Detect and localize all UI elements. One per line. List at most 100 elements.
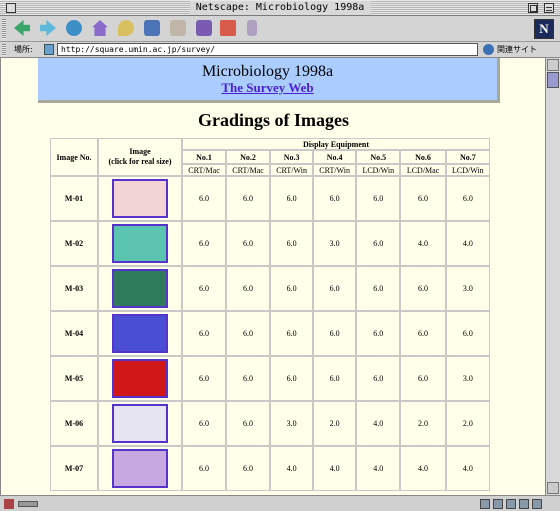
grade-cell: 3.0 bbox=[445, 356, 490, 401]
reload-icon[interactable] bbox=[66, 20, 82, 36]
grade-cell: 6.0 bbox=[226, 266, 271, 311]
security-icon[interactable] bbox=[220, 20, 236, 36]
grade-cell: 6.0 bbox=[400, 266, 446, 311]
grade-cell: 6.0 bbox=[400, 356, 446, 401]
toolbar-grip[interactable] bbox=[2, 19, 6, 39]
image-id: M-01 bbox=[50, 176, 98, 221]
close-box[interactable] bbox=[6, 3, 16, 13]
image-id: M-04 bbox=[50, 311, 98, 356]
newsgroups-icon[interactable] bbox=[506, 499, 516, 509]
grade-cell: 6.0 bbox=[356, 221, 401, 266]
collapse-box[interactable] bbox=[544, 3, 554, 13]
zoom-box[interactable] bbox=[528, 3, 538, 13]
grade-cell: 6.0 bbox=[313, 311, 357, 356]
image-cell bbox=[98, 266, 182, 311]
table-row: M-05 6.0 6.0 6.0 6.0 6.0 6.0 3.0 bbox=[50, 356, 490, 401]
image-thumbnail[interactable] bbox=[112, 179, 168, 218]
page-proxy-icon[interactable] bbox=[44, 44, 54, 55]
home-icon[interactable] bbox=[92, 20, 108, 36]
equip-no: No.3 bbox=[270, 150, 314, 164]
forward-icon[interactable] bbox=[40, 20, 56, 36]
image-id: M-03 bbox=[50, 266, 98, 311]
header-image-label: Image bbox=[129, 147, 151, 156]
banner-title: Microbiology 1998a bbox=[201, 63, 334, 80]
grade-cell: 2.0 bbox=[445, 401, 490, 446]
image-cell bbox=[98, 221, 182, 266]
image-id: M-06 bbox=[50, 401, 98, 446]
grade-cell: 6.0 bbox=[226, 176, 271, 221]
page-title: Gradings of Images bbox=[197, 110, 349, 130]
table-row: M-01 6.0 6.0 6.0 6.0 6.0 6.0 6.0 bbox=[50, 176, 490, 221]
netscape-logo-icon[interactable]: N bbox=[534, 19, 554, 39]
page-banner: Microbiology 1998a The Survey Web bbox=[38, 58, 500, 103]
grade-cell: 6.0 bbox=[313, 176, 357, 221]
header-image: Image (click for real size) bbox=[98, 138, 182, 176]
scroll-up-arrow-icon[interactable] bbox=[547, 59, 559, 71]
equip-type: CRT/Mac bbox=[226, 164, 271, 176]
navigator-icon[interactable] bbox=[480, 499, 490, 509]
image-cell bbox=[98, 176, 182, 221]
grade-cell: 6.0 bbox=[356, 311, 401, 356]
images-icon[interactable] bbox=[170, 20, 186, 36]
vertical-scrollbar[interactable] bbox=[545, 58, 560, 495]
mail-icon[interactable] bbox=[493, 499, 503, 509]
image-cell bbox=[98, 446, 182, 491]
security-lock-icon[interactable] bbox=[4, 499, 14, 509]
grade-cell: 6.0 bbox=[226, 401, 271, 446]
grade-cell: 4.0 bbox=[445, 446, 490, 491]
grade-cell: 3.0 bbox=[445, 266, 490, 311]
equip-no: No.5 bbox=[356, 150, 401, 164]
grade-cell: 4.0 bbox=[356, 401, 401, 446]
grade-cell: 6.0 bbox=[182, 221, 227, 266]
window-titlebar[interactable]: Netscape: Microbiology 1998a bbox=[0, 0, 560, 16]
location-label: 場所: bbox=[14, 45, 33, 54]
table-row: M-07 6.0 6.0 4.0 4.0 4.0 4.0 4.0 bbox=[50, 446, 490, 491]
guide-icon[interactable] bbox=[144, 20, 160, 36]
image-id: M-02 bbox=[50, 221, 98, 266]
survey-web-link[interactable]: The Survey Web bbox=[38, 81, 497, 95]
address-book-icon[interactable] bbox=[532, 499, 542, 509]
grade-cell: 6.0 bbox=[182, 446, 227, 491]
equip-no: No.2 bbox=[226, 150, 271, 164]
equip-type: LCD/Win bbox=[445, 164, 490, 176]
grade-cell: 6.0 bbox=[270, 356, 314, 401]
grade-cell: 6.0 bbox=[445, 311, 490, 356]
image-thumbnail[interactable] bbox=[112, 359, 168, 398]
grade-cell: 6.0 bbox=[400, 176, 446, 221]
search-icon[interactable] bbox=[118, 20, 134, 36]
grade-cell: 6.0 bbox=[270, 176, 314, 221]
stop-icon[interactable] bbox=[247, 20, 257, 36]
image-id: M-05 bbox=[50, 356, 98, 401]
grade-cell: 4.0 bbox=[445, 221, 490, 266]
composer-icon[interactable] bbox=[519, 499, 529, 509]
scroll-down-arrow-icon[interactable] bbox=[547, 482, 559, 494]
grade-cell: 6.0 bbox=[182, 356, 227, 401]
url-input[interactable]: http://square.umin.ac.jp/survey/ bbox=[57, 43, 478, 56]
image-thumbnail[interactable] bbox=[112, 449, 168, 488]
grade-cell: 6.0 bbox=[356, 266, 401, 311]
grade-cell: 6.0 bbox=[226, 446, 271, 491]
header-display-equipment: Display Equipment bbox=[182, 138, 490, 150]
location-grip[interactable] bbox=[2, 44, 6, 56]
image-thumbnail[interactable] bbox=[112, 269, 168, 308]
equip-type: LCD/Win bbox=[356, 164, 401, 176]
equip-no: No.6 bbox=[400, 150, 446, 164]
navigation-toolbar: N bbox=[0, 16, 560, 42]
image-thumbnail[interactable] bbox=[112, 314, 168, 353]
image-thumbnail[interactable] bbox=[112, 224, 168, 263]
related-sites-label[interactable]: 関連サイト bbox=[497, 44, 537, 55]
page-content: Microbiology 1998a The Survey Web Gradin… bbox=[0, 58, 545, 495]
grade-cell: 6.0 bbox=[313, 266, 357, 311]
grade-cell: 4.0 bbox=[356, 446, 401, 491]
back-icon[interactable] bbox=[14, 20, 30, 36]
print-icon[interactable] bbox=[196, 20, 212, 36]
component-bar bbox=[480, 499, 542, 509]
grade-cell: 6.0 bbox=[226, 221, 271, 266]
table-row: M-06 6.0 6.0 3.0 2.0 4.0 2.0 2.0 bbox=[50, 401, 490, 446]
grade-cell: 4.0 bbox=[270, 446, 314, 491]
scroll-thumb[interactable] bbox=[547, 72, 559, 88]
equip-no: No.1 bbox=[182, 150, 227, 164]
related-sites-icon[interactable] bbox=[483, 44, 494, 55]
grade-cell: 4.0 bbox=[400, 446, 446, 491]
image-thumbnail[interactable] bbox=[112, 404, 168, 443]
